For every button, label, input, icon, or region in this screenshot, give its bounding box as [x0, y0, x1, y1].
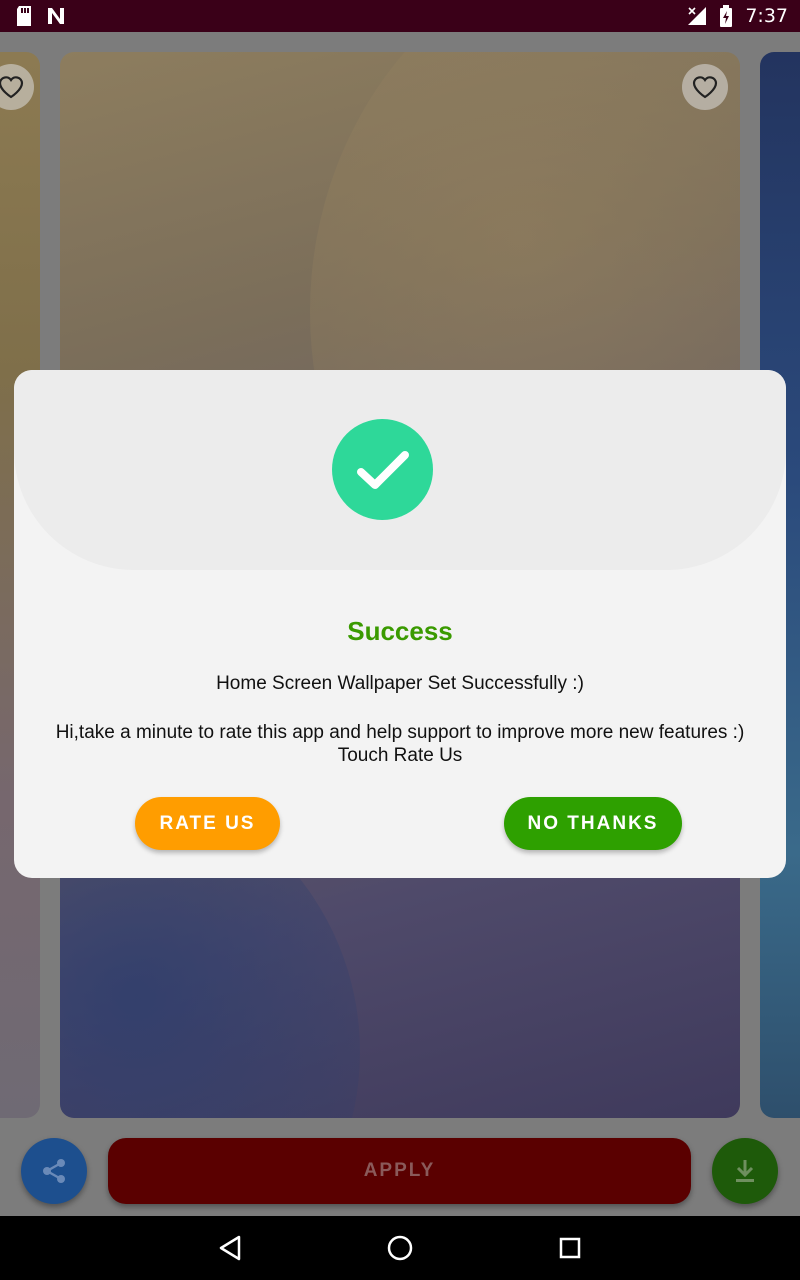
signal-icon [687, 6, 707, 26]
download-button[interactable] [712, 1138, 778, 1204]
back-icon [219, 1235, 241, 1261]
bottom-action-bar: APPLY [0, 1136, 800, 1216]
status-time: 7:37 [745, 5, 788, 27]
favorite-button[interactable] [0, 64, 34, 110]
back-button[interactable] [212, 1230, 248, 1266]
apply-button[interactable]: APPLY [108, 1138, 691, 1204]
rate-prompt-line: Touch Rate Us [337, 745, 463, 766]
rate-prompt-line: Hi,take a minute to rate this app and he… [55, 722, 745, 743]
heart-icon [692, 76, 718, 99]
home-button[interactable] [382, 1230, 418, 1266]
share-button[interactable] [21, 1138, 87, 1204]
navigation-bar [0, 1216, 800, 1280]
no-thanks-button[interactable]: NO THANKS [504, 797, 682, 850]
heart-icon [0, 76, 24, 99]
favorite-button[interactable] [682, 64, 728, 110]
dialog-message: Home Screen Wallpaper Set Successfully :… [216, 673, 584, 694]
battery-icon [719, 5, 733, 27]
share-icon [43, 1159, 65, 1183]
recents-icon [559, 1237, 581, 1259]
dialog-title: Success [347, 616, 453, 646]
rate-us-button[interactable]: RATE US [135, 797, 280, 850]
dialog-rate-prompt: Hi,take a minute to rate this app and he… [34, 721, 766, 767]
sd-card-icon [14, 5, 34, 27]
recents-button[interactable] [552, 1230, 588, 1266]
status-bar: 7:37 [0, 0, 800, 32]
n-notification-icon [46, 6, 66, 26]
home-icon [387, 1235, 413, 1261]
download-icon [736, 1160, 754, 1182]
success-dialog: Success Home Screen Wallpaper Set Succes… [14, 370, 786, 878]
success-check-icon [332, 419, 433, 520]
